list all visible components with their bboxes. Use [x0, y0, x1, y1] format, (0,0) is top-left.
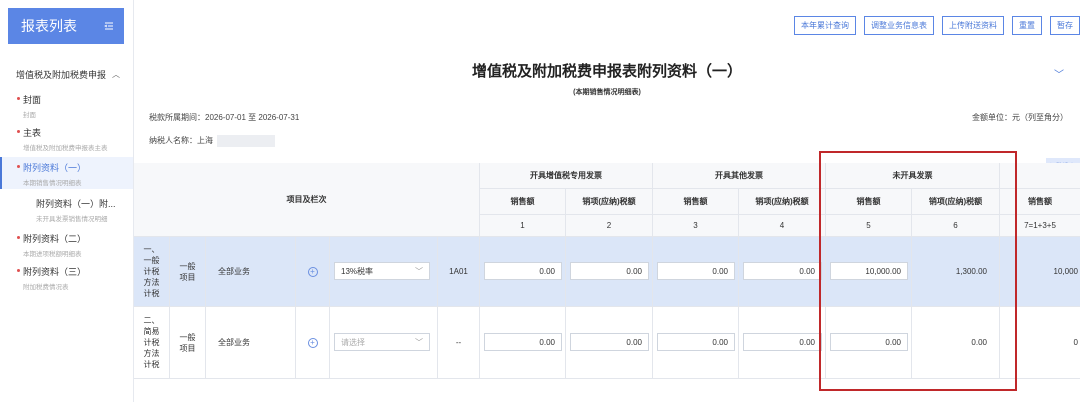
- active-indicator: [0, 157, 2, 189]
- sidebar-item-desc: 本期销售情况明细表: [23, 180, 82, 187]
- page-title: 增值税及附加税费申报表附列资料（一）: [471, 63, 742, 80]
- sidebar-item-desc: 本期进项税额明细表: [23, 251, 82, 258]
- sidebar-item-schedule-3[interactable]: 附列资料（三） 附加税费情况表: [0, 265, 133, 291]
- col-number: 4: [739, 215, 826, 237]
- other-invoice-sales-input[interactable]: 0.00: [657, 333, 735, 351]
- row-subcategory: 一般项目: [170, 237, 206, 307]
- other-invoice-tax-input[interactable]: 0.00: [743, 262, 822, 280]
- col-number: 3: [653, 215, 739, 237]
- row-business: 全部业务: [206, 237, 296, 307]
- row-code: 1A01: [438, 237, 480, 307]
- tax-rate-select[interactable]: 13%税率 ﹀: [334, 262, 430, 280]
- row-category: 二、简易计税方法计税: [134, 307, 170, 379]
- adjust-business-info-button[interactable]: 调整业务信息表: [864, 16, 934, 35]
- tax-rate-value: 13%税率: [341, 266, 374, 276]
- required-dot-icon: [17, 165, 20, 168]
- group-header-other-invoice: 开具其他发票: [653, 163, 826, 189]
- redacted-name: [217, 135, 275, 147]
- chevron-down-icon: ﹀: [415, 267, 423, 276]
- toolbar: 本年累计查询 调整业务信息表 上传附送资料 重置 暂存: [786, 16, 1080, 35]
- sidebar-item-label: 附列资料（一）: [23, 163, 87, 173]
- sidebar-item-main-table[interactable]: 主表 增值税及附加税费申报表主表: [0, 126, 133, 152]
- chevron-down-icon: ﹀: [415, 338, 423, 347]
- row-subcategory: 一般项目: [170, 307, 206, 379]
- page-subtitle: (本期销售情况明细表): [573, 89, 641, 96]
- amount-unit: 金额单位：元（列至角分）: [972, 113, 1068, 122]
- sidebar-item-desc: 增值税及附加税费申报表主表: [23, 145, 108, 152]
- required-dot-icon: [17, 97, 20, 100]
- special-invoice-tax-input[interactable]: 0.00: [570, 333, 649, 351]
- reset-button[interactable]: 重置: [1012, 16, 1042, 35]
- tax-rate-select[interactable]: 请选择 ﹀: [334, 333, 430, 351]
- sidebar-item-desc: 未开具发票销售情况明细: [36, 216, 108, 223]
- add-circle-icon[interactable]: +: [307, 266, 318, 277]
- main-content: 本年累计查询 调整业务信息表 上传附送资料 重置 暂存 增值税及附加税费申报表附…: [134, 0, 1080, 402]
- required-dot-icon: [17, 130, 20, 133]
- sidebar-group-label: 增值税及附加税费申报: [16, 70, 107, 80]
- sidebar-item-schedule-1-attachment[interactable]: 附列资料（一）附... 未开具发票销售情况明细: [36, 197, 126, 223]
- sidebar-item-desc: 附加税费情况表: [23, 284, 69, 291]
- required-dot-icon: [17, 269, 20, 272]
- special-invoice-sales-input[interactable]: 0.00: [484, 262, 562, 280]
- highlight-annotation-box: [819, 151, 1017, 391]
- upload-attachments-button[interactable]: 上传附送资料: [942, 16, 1004, 35]
- col-header: 销售额: [653, 189, 739, 215]
- col-header: 销项(应纳)税额: [566, 189, 653, 215]
- special-invoice-sales-input[interactable]: 0.00: [484, 333, 562, 351]
- sidebar-item-schedule-1[interactable]: 附列资料（一） 本期销售情况明细表: [0, 157, 133, 189]
- sidebar: 报表列表 增值税及附加税费申报 ︿ 封面 封面 主表 增值税及附加税费申报表主表…: [0, 0, 134, 402]
- taxpayer-name: 纳税人名称：上海: [149, 135, 275, 147]
- row-code: --: [438, 307, 480, 379]
- item-header: 项目及栏次: [134, 163, 480, 237]
- col-number: 2: [566, 215, 653, 237]
- tax-period: 税款所属期间：2026-07-01 至 2026-07-31: [149, 113, 300, 122]
- sidebar-item-cover[interactable]: 封面 封面: [0, 93, 133, 119]
- sidebar-item-label: 主表: [23, 128, 42, 138]
- special-invoice-tax-input[interactable]: 0.00: [570, 262, 649, 280]
- taxpayer-label: 纳税人名称：上海: [149, 136, 213, 146]
- sidebar-item-desc: 封面: [23, 112, 36, 119]
- sidebar-item-label: 封面: [23, 95, 42, 105]
- col-header: 销售额: [480, 189, 566, 215]
- save-draft-button[interactable]: 暂存: [1050, 16, 1080, 35]
- row-business: 全部业务: [206, 307, 296, 379]
- col-header: 销项(应纳)税额: [739, 189, 826, 215]
- row-add-cell: +: [296, 237, 330, 307]
- sidebar-item-label: 附列资料（二）: [23, 234, 87, 244]
- group-header-special-invoice: 开具增值税专用发票: [480, 163, 653, 189]
- col-number: 1: [480, 215, 566, 237]
- sidebar-item-label: 附列资料（三）: [23, 267, 87, 277]
- chevron-down-icon[interactable]: ﹀: [1054, 66, 1064, 81]
- other-invoice-sales-input[interactable]: 0.00: [657, 262, 735, 280]
- add-circle-icon[interactable]: +: [307, 337, 318, 348]
- row-category: 一、一般计税方法计税: [134, 237, 170, 307]
- other-invoice-tax-input[interactable]: 0.00: [743, 333, 822, 351]
- annual-cumulative-query-button[interactable]: 本年累计查询: [794, 16, 856, 35]
- row-add-cell: +: [296, 307, 330, 379]
- sidebar-header: 报表列表: [8, 8, 124, 44]
- chevron-up-icon: ︿: [112, 70, 120, 79]
- sidebar-item-schedule-2[interactable]: 附列资料（二） 本期进项税额明细表: [0, 232, 133, 258]
- sidebar-title: 报表列表: [21, 18, 77, 34]
- sidebar-item-label: 附列资料（一）附...: [36, 199, 116, 209]
- collapse-menu-icon[interactable]: [104, 21, 114, 31]
- tax-rate-placeholder: 请选择: [341, 337, 365, 347]
- sidebar-group-vat[interactable]: 增值税及附加税费申报 ︿: [16, 68, 126, 81]
- required-dot-icon: [17, 236, 20, 239]
